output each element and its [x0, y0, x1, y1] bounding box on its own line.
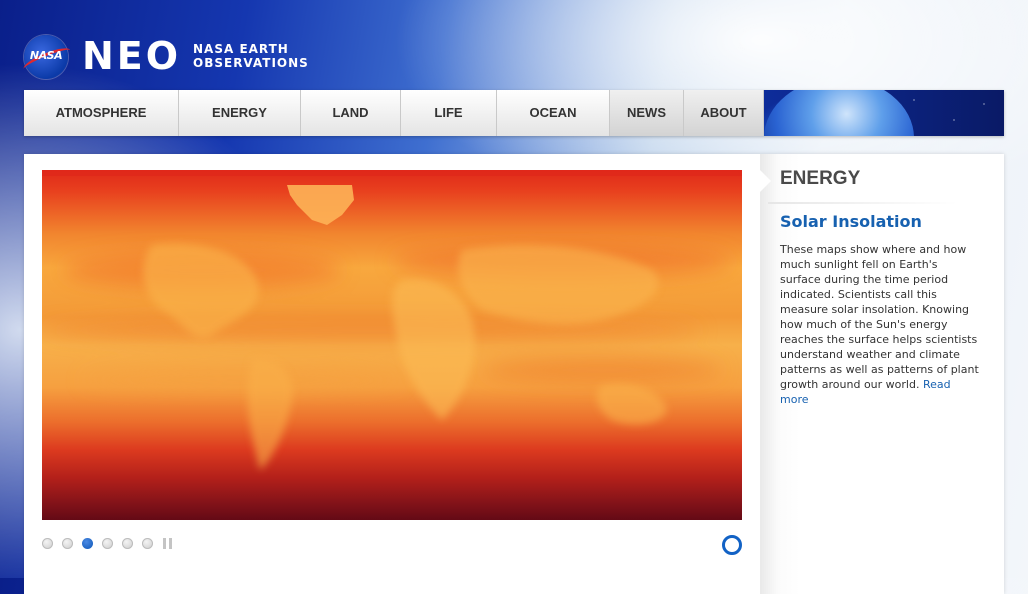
description-text: These maps show where and how much sunli… [780, 243, 979, 391]
map-background [42, 170, 742, 520]
globe-banner [764, 90, 1004, 136]
solar-insolation-map[interactable] [42, 170, 742, 520]
neo-wordmark[interactable]: NEO [82, 34, 181, 78]
carousel-dot-4[interactable] [102, 537, 113, 549]
carousel-dot-1[interactable] [42, 537, 53, 549]
main-nav: ATMOSPHERE ENERGY LAND LIFE OCEAN NEWS A… [24, 90, 1004, 136]
site-header: NASA NEO NASA EARTH OBSERVATIONS [0, 0, 1028, 90]
subtitle-line-2: OBSERVATIONS [193, 56, 309, 70]
nasa-logo-text: NASA [29, 49, 63, 62]
carousel-dot-6[interactable] [142, 537, 153, 549]
site-subtitle: NASA EARTH OBSERVATIONS [193, 42, 309, 70]
pointer-notch [760, 170, 771, 192]
nasa-logo[interactable]: NASA [21, 35, 73, 79]
earth-image [764, 90, 914, 136]
category-heading: ENERGY [780, 168, 861, 189]
nav-about[interactable]: ABOUT [684, 90, 764, 136]
carousel-dots [42, 536, 175, 550]
pause-icon[interactable] [163, 537, 175, 549]
nav-life[interactable]: LIFE [401, 90, 497, 136]
starfield [894, 90, 1004, 136]
loading-ring-icon[interactable] [722, 535, 742, 555]
divider [768, 202, 958, 204]
nav-ocean[interactable]: OCEAN [497, 90, 610, 136]
feature-panel: ENERGY Solar Insolation These maps show … [24, 154, 1004, 594]
subtitle-line-1: NASA EARTH [193, 42, 289, 56]
nav-atmosphere[interactable]: ATMOSPHERE [24, 90, 179, 136]
carousel-dot-2[interactable] [62, 537, 73, 549]
dataset-description: These maps show where and how much sunli… [780, 242, 980, 407]
carousel-dot-5[interactable] [122, 537, 133, 549]
nav-energy[interactable]: ENERGY [179, 90, 301, 136]
map-top-band [42, 170, 742, 176]
carousel-dot-3-active[interactable] [82, 537, 93, 549]
nav-news[interactable]: NEWS [610, 90, 684, 136]
nav-land[interactable]: LAND [301, 90, 401, 136]
feature-sidebar: ENERGY Solar Insolation These maps show … [760, 154, 1004, 594]
dataset-title-link[interactable]: Solar Insolation [780, 212, 922, 231]
